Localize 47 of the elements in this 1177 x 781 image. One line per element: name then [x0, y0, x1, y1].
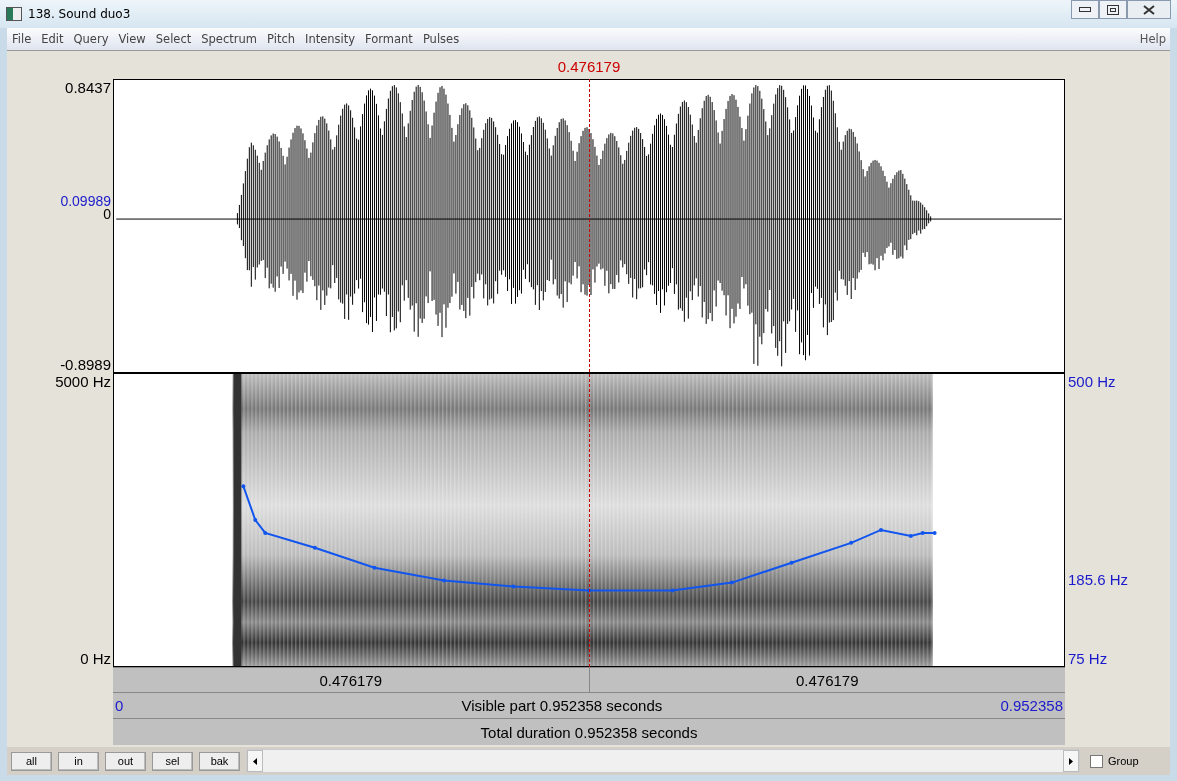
menu-item[interactable]: Intensity: [300, 32, 361, 46]
scrollbar[interactable]: [246, 749, 1080, 773]
axis-label: 185.6 Hz: [1068, 571, 1129, 588]
cursor-time-label: 0.476179: [557, 58, 621, 75]
scroll-right-button[interactable]: [1063, 750, 1079, 772]
maximize-button[interactable]: [1099, 0, 1127, 19]
window-title: 138. Sound duo3: [28, 7, 132, 21]
total-duration-label: Total duration 0.952358 seconds: [480, 723, 698, 741]
menu-item[interactable]: Help: [1135, 32, 1170, 46]
axis-label: 0: [103, 206, 111, 222]
time-label: 0: [115, 697, 124, 714]
menu-item[interactable]: Edit: [36, 32, 69, 46]
zoom-button[interactable]: all: [11, 751, 52, 771]
axis-label: -0.8989: [60, 356, 111, 373]
minimize-icon: [1079, 6, 1091, 13]
menu-item[interactable]: Pitch: [262, 32, 300, 46]
left-triangle-icon: [253, 757, 257, 765]
menu-item[interactable]: View: [113, 32, 151, 46]
close-icon: [1143, 4, 1155, 15]
close-button[interactable]: [1127, 0, 1171, 19]
menu-item[interactable]: Query: [68, 32, 114, 46]
right-triangle-icon: [1069, 757, 1073, 765]
time-label: 0.476179: [795, 671, 859, 689]
maximize-icon: [1107, 4, 1119, 15]
menu-item[interactable]: Formant: [360, 32, 418, 46]
scroll-left-button[interactable]: [247, 750, 263, 772]
minimize-button[interactable]: [1071, 0, 1099, 19]
group-checkbox[interactable]: [1090, 754, 1103, 768]
axis-label: 500 Hz: [1068, 373, 1116, 390]
zoom-button[interactable]: in: [58, 751, 99, 771]
zoom-button[interactable]: out: [105, 751, 146, 771]
zoom-button[interactable]: bak: [199, 751, 240, 771]
axis-label: 0.09989: [60, 193, 111, 209]
axis-label: 5000 Hz: [55, 373, 111, 390]
zoom-button[interactable]: sel: [152, 751, 193, 771]
app-icon: [6, 7, 22, 21]
time-label: 0.952358: [1000, 697, 1063, 714]
menu-item[interactable]: Select: [150, 32, 197, 46]
time-label: 0.476179: [319, 671, 383, 689]
menu-item[interactable]: File: [7, 32, 37, 46]
visible-part-label: Visible part 0.952358 seconds: [461, 697, 663, 714]
menu-item[interactable]: Pulses: [417, 32, 465, 46]
axis-label: 0.8437: [65, 79, 111, 96]
axis-label: 75 Hz: [1068, 650, 1108, 667]
axis-label: 0 Hz: [80, 650, 111, 667]
menu-item[interactable]: Spectrum: [196, 32, 262, 46]
checkbox-label: Group: [1108, 755, 1139, 767]
